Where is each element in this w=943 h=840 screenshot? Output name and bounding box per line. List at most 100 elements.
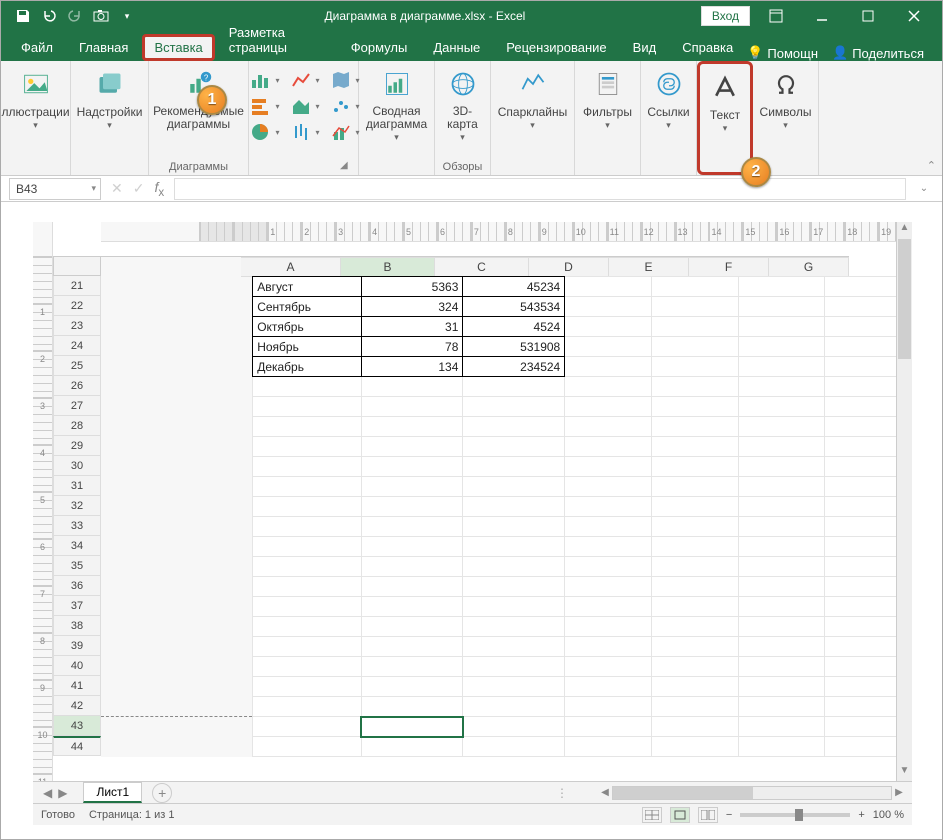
charts-dialog-launcher-icon[interactable]: ◢ — [340, 160, 352, 172]
zoom-in-button[interactable]: + — [858, 809, 864, 821]
hscroll-thumb[interactable] — [613, 787, 753, 799]
combo-chart-button[interactable]: ▾ — [328, 121, 360, 143]
fx-icon[interactable]: fx — [154, 179, 164, 199]
row-header[interactable]: 39 — [53, 636, 101, 656]
row-header[interactable]: 26 — [53, 376, 101, 396]
row-header[interactable]: 22 — [53, 296, 101, 316]
area-chart-button[interactable]: ▾ — [288, 95, 320, 117]
maximize-icon[interactable] — [848, 1, 888, 31]
tab-formulas[interactable]: Формулы — [339, 34, 420, 61]
pie-chart-button[interactable]: ▾ — [247, 121, 279, 143]
camera-icon[interactable] — [93, 8, 109, 24]
scroll-left-icon[interactable]: ◀ — [598, 787, 612, 798]
login-button[interactable]: Вход — [701, 6, 750, 26]
column-chart-button[interactable]: ▾ — [247, 69, 279, 91]
cells-region[interactable]: Август536345234Сентябрь324543534Октябрь3… — [101, 276, 912, 781]
tab-insert[interactable]: Вставка — [142, 34, 214, 61]
scroll-up-icon[interactable]: ▲ — [897, 222, 912, 238]
add-sheet-button[interactable]: + — [152, 783, 172, 803]
undo-icon[interactable] — [41, 8, 57, 24]
row-header[interactable]: 41 — [53, 676, 101, 696]
filters-button[interactable]: Фильтры — [581, 65, 634, 133]
tab-view[interactable]: Вид — [621, 34, 669, 61]
tab-page-layout[interactable]: Разметка страницы — [217, 19, 337, 61]
tab-split-handle[interactable]: ⋮ — [556, 786, 568, 800]
tell-me-button[interactable]: 💡Помощн — [747, 45, 818, 61]
close-icon[interactable] — [894, 1, 934, 31]
text-button[interactable]: Текст — [706, 68, 744, 136]
row-header[interactable]: 24 — [53, 336, 101, 356]
horizontal-scrollbar[interactable] — [612, 786, 892, 800]
expand-formula-bar-icon[interactable]: ⌄ — [916, 183, 932, 194]
charts-group-label: Диаграммы — [169, 159, 228, 173]
map-chart-button[interactable]: ▾ — [328, 69, 360, 91]
qat-customize-icon[interactable]: ▾ — [119, 8, 135, 24]
zoom-out-button[interactable]: − — [726, 809, 732, 821]
illustrations-button[interactable]: ллюстрации — [0, 65, 72, 133]
stock-chart-button[interactable]: ▾ — [288, 121, 320, 143]
3d-map-button[interactable]: 3D-карта — [443, 65, 482, 145]
sheet-nav-next-icon[interactable]: ▶ — [58, 786, 67, 800]
save-icon[interactable] — [15, 8, 31, 24]
tab-file[interactable]: Файл — [9, 34, 65, 61]
collapse-ribbon-icon[interactable]: ⌃ — [927, 159, 936, 172]
line-chart-button[interactable]: ▾ — [288, 69, 320, 91]
row-header[interactable]: 40 — [53, 656, 101, 676]
sheet-nav-prev-icon[interactable]: ◀ — [43, 786, 52, 800]
row-header[interactable]: 21 — [53, 276, 101, 296]
row-headers[interactable]: 2122232425262728293031323334353637383940… — [53, 276, 101, 756]
row-header[interactable]: 27 — [53, 396, 101, 416]
tab-home[interactable]: Главная — [67, 34, 140, 61]
select-all-button[interactable] — [53, 256, 101, 276]
bar-chart-button[interactable]: ▾ — [247, 95, 279, 117]
cancel-formula-icon[interactable]: ✕ — [111, 180, 123, 197]
redo-icon[interactable] — [67, 8, 83, 24]
sheet-tab-1[interactable]: Лист1 — [83, 782, 142, 803]
scroll-down-icon[interactable]: ▼ — [897, 765, 912, 781]
row-header[interactable]: 42 — [53, 696, 101, 716]
zoom-level[interactable]: 100 % — [873, 809, 904, 821]
share-button[interactable]: 👤Поделиться — [832, 45, 924, 61]
name-box[interactable]: B43 — [9, 178, 101, 200]
row-header[interactable]: 25 — [53, 356, 101, 376]
row-header[interactable]: 43 — [53, 716, 101, 736]
normal-view-button[interactable] — [642, 807, 662, 823]
row-header[interactable]: 33 — [53, 516, 101, 536]
row-header[interactable]: 44 — [53, 736, 101, 756]
row-header[interactable]: 28 — [53, 416, 101, 436]
links-button[interactable]: Ссылки — [645, 65, 691, 133]
formula-input[interactable] — [174, 178, 906, 200]
page-break-view-button[interactable] — [698, 807, 718, 823]
row-header[interactable]: 35 — [53, 556, 101, 576]
row-header[interactable]: 37 — [53, 596, 101, 616]
row-header[interactable]: 30 — [53, 456, 101, 476]
row-header[interactable]: 32 — [53, 496, 101, 516]
symbols-button[interactable]: Символы — [758, 65, 814, 133]
row-header[interactable]: 38 — [53, 616, 101, 636]
minimize-icon[interactable] — [802, 1, 842, 31]
row-header[interactable]: 31 — [53, 476, 101, 496]
vertical-ruler: 1234567891011 — [33, 222, 53, 781]
scroll-right-icon[interactable]: ▶ — [892, 787, 906, 798]
tab-data[interactable]: Данные — [421, 34, 492, 61]
pie-chart-icon — [247, 121, 273, 143]
zoom-slider[interactable] — [740, 813, 850, 817]
callout-1: 1 — [197, 85, 227, 115]
scatter-chart-button[interactable]: ▾ — [328, 95, 360, 117]
page-layout-view-button[interactable] — [670, 807, 690, 823]
sparklines-button[interactable]: Спарклайны — [496, 65, 570, 133]
row-header[interactable]: 36 — [53, 576, 101, 596]
tab-help[interactable]: Справка — [670, 34, 745, 61]
addins-button[interactable]: Надстройки — [75, 65, 145, 133]
row-header[interactable]: 29 — [53, 436, 101, 456]
vscroll-thumb[interactable] — [898, 239, 911, 359]
tab-review[interactable]: Рецензирование — [494, 34, 618, 61]
pivot-chart-button[interactable]: Сводная диаграмма — [364, 65, 429, 145]
column-headers[interactable]: ABCDEFG — [101, 256, 849, 276]
sheet-grid[interactable]: 12345678910111213141516171819 ABCDEFG 21… — [53, 222, 912, 781]
vertical-scrollbar[interactable]: ▲ ▼ — [896, 222, 912, 781]
ribbon-display-icon[interactable] — [756, 1, 796, 31]
row-header[interactable]: 23 — [53, 316, 101, 336]
enter-formula-icon[interactable]: ✓ — [133, 180, 145, 197]
row-header[interactable]: 34 — [53, 536, 101, 556]
